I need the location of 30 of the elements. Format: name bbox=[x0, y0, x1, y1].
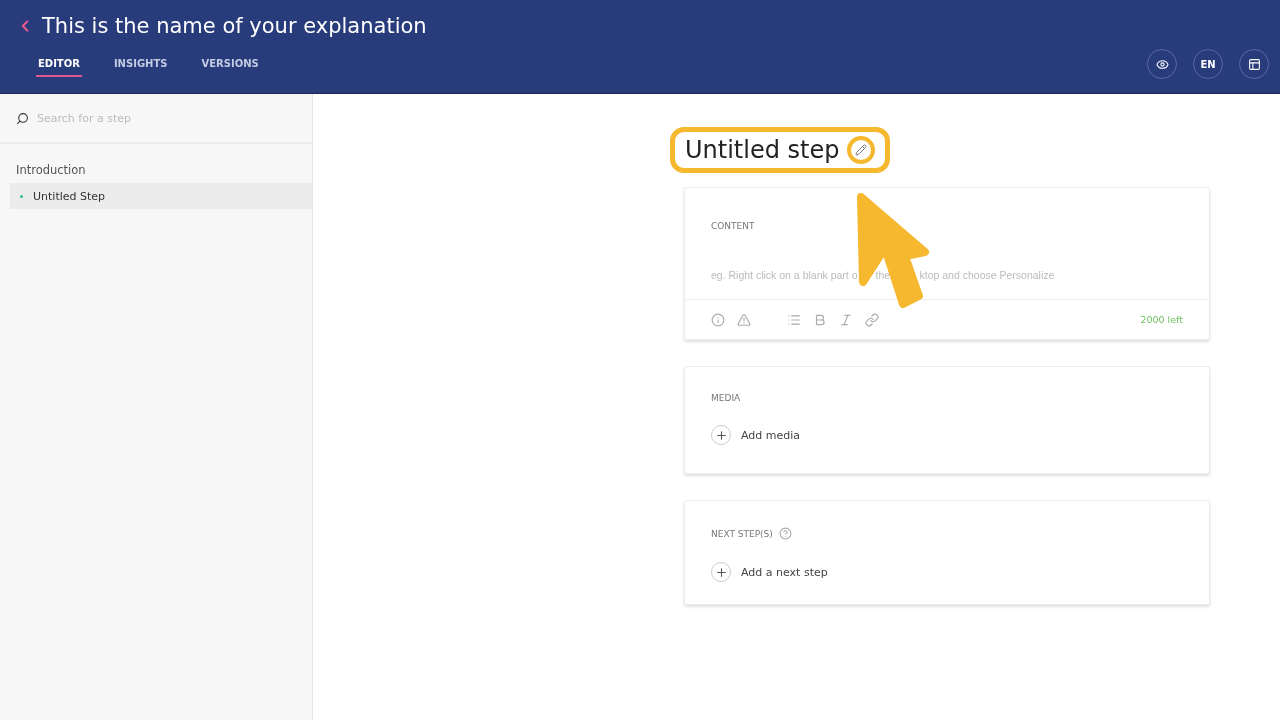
step-label: Untitled Step bbox=[33, 189, 106, 203]
tab[interactable]: VERSIONS bbox=[199, 54, 261, 77]
bullet-icon bbox=[20, 194, 23, 198]
card-label: CONTENT bbox=[711, 221, 755, 231]
explanation-title: This is the name of your explanation bbox=[42, 14, 427, 38]
italic-icon[interactable] bbox=[839, 312, 853, 327]
add-button[interactable]: Add media bbox=[711, 425, 801, 445]
edit-button[interactable] bbox=[847, 136, 876, 164]
list-icon[interactable] bbox=[787, 312, 801, 327]
search-icon bbox=[16, 111, 29, 125]
info-icon[interactable] bbox=[711, 312, 725, 327]
placeholder-text: eg. Right click on a blank part o bbox=[711, 268, 858, 282]
card-label: MEDIA bbox=[711, 393, 741, 403]
tab[interactable]: INSIGHTS bbox=[111, 54, 170, 77]
add-button[interactable]: Add a next step bbox=[711, 562, 828, 582]
card-label: NEXT STEP(S) bbox=[711, 528, 773, 539]
link-icon[interactable] bbox=[865, 312, 879, 327]
placeholder-text: ktop and choose Personalize bbox=[919, 268, 1055, 282]
character-counter: 2000 left bbox=[1140, 314, 1183, 325]
section-title: Introduction bbox=[15, 162, 87, 179]
warning-icon[interactable] bbox=[737, 312, 751, 327]
bold-icon[interactable] bbox=[813, 312, 827, 327]
placeholder-text: the bbox=[875, 268, 890, 282]
pencil-icon bbox=[855, 144, 868, 156]
layout-icon bbox=[1247, 57, 1261, 71]
step-item[interactable]: Untitled Step bbox=[10, 183, 312, 209]
help-icon[interactable] bbox=[778, 527, 792, 540]
tab[interactable]: EDITOR bbox=[36, 54, 82, 77]
eye-icon bbox=[1155, 57, 1169, 71]
step-title: Untitled step bbox=[685, 136, 840, 164]
